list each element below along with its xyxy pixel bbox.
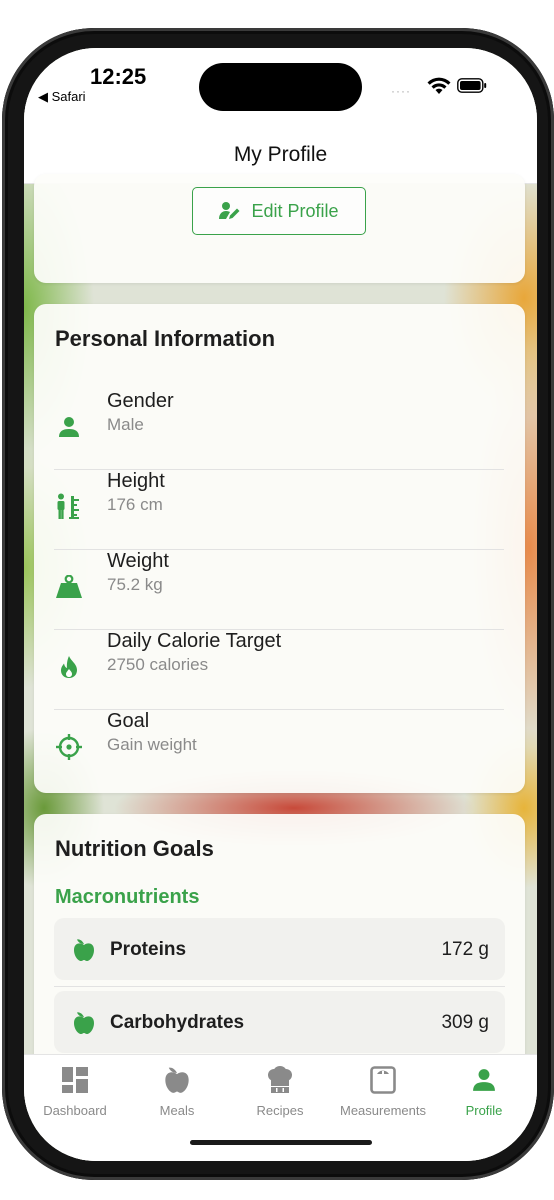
apple-icon (74, 939, 94, 961)
edit-profile-label: Edit Profile (251, 200, 339, 221)
info-row-goal[interactable]: Goal Gain weight (54, 710, 504, 790)
macro-name: Carbohydrates (110, 1012, 245, 1033)
person-icon (434, 1065, 534, 1095)
height-ruler-icon (54, 492, 84, 522)
dashboard-icon (25, 1065, 125, 1095)
info-row-height[interactable]: Height 176 cm (54, 470, 504, 550)
macro-name: Proteins (110, 939, 187, 960)
tab-label: Meals (159, 1103, 195, 1118)
phone-frame: 12:25 ◀ Safari ···· My Profile Edit Prof… (0, 0, 554, 1200)
edit-person-icon (219, 202, 240, 219)
chef-hat-icon (230, 1065, 330, 1095)
row-divider (54, 986, 505, 987)
tab-label: Dashboard (43, 1103, 107, 1118)
macro-row-proteins[interactable]: Proteins 172 g (54, 918, 505, 980)
info-value: Gain weight (107, 735, 197, 754)
macronutrients-subtitle: Macronutrients (55, 886, 200, 908)
apple-icon (127, 1065, 227, 1095)
home-indicator[interactable] (190, 1140, 372, 1145)
tab-label: Profile (465, 1103, 503, 1118)
status-time: 12:25 (90, 64, 147, 89)
tab-profile[interactable]: Profile (434, 1065, 534, 1118)
info-value: 2750 calories (107, 655, 209, 674)
tab-meals[interactable]: Meals (127, 1065, 227, 1118)
macro-value: 172 g (441, 939, 489, 960)
apple-icon (74, 1012, 94, 1034)
tab-measurements[interactable]: Measurements (333, 1065, 433, 1118)
info-label: Height (107, 470, 165, 492)
info-row-calories[interactable]: Daily Calorie Target 2750 calories (54, 630, 504, 710)
personal-info-title: Personal Information (55, 326, 276, 351)
target-icon (54, 732, 84, 762)
flame-icon (54, 652, 84, 682)
info-row-gender[interactable]: Gender Male (54, 390, 504, 470)
status-bar: 12:25 ◀ Safari ···· (24, 48, 537, 134)
tab-recipes[interactable]: Recipes (230, 1065, 330, 1118)
info-label: Goal (107, 710, 150, 732)
signal-dots: ···· (391, 84, 411, 98)
battery-icon (457, 78, 487, 93)
back-to-safari-link[interactable]: ◀ Safari (38, 89, 86, 105)
dynamic-island (199, 63, 362, 111)
page-title: My Profile (233, 143, 328, 166)
tab-label: Measurements (340, 1103, 426, 1118)
macro-row-carbohydrates[interactable]: Carbohydrates 309 g (54, 991, 505, 1053)
edit-profile-button[interactable]: Edit Profile (192, 187, 366, 235)
personal-info-card: Personal Information Gender Male Height … (34, 304, 525, 793)
weight-icon (54, 572, 84, 602)
info-value: 176 cm (107, 495, 163, 514)
info-label: Daily Calorie Target (107, 630, 282, 652)
info-label: Gender (107, 390, 174, 412)
scale-icon (333, 1065, 433, 1095)
tab-dashboard[interactable]: Dashboard (25, 1065, 125, 1118)
screen: 12:25 ◀ Safari ···· My Profile Edit Prof… (24, 48, 537, 1161)
nutrition-goals-title: Nutrition Goals (55, 836, 214, 861)
macro-value: 309 g (441, 1012, 489, 1033)
info-value: 75.2 kg (107, 575, 163, 594)
info-value: Male (107, 415, 144, 434)
info-label: Weight (107, 550, 169, 572)
wifi-icon (427, 77, 451, 94)
info-row-weight[interactable]: Weight 75.2 kg (54, 550, 504, 630)
person-icon (54, 412, 84, 442)
tab-label: Recipes (256, 1103, 304, 1118)
